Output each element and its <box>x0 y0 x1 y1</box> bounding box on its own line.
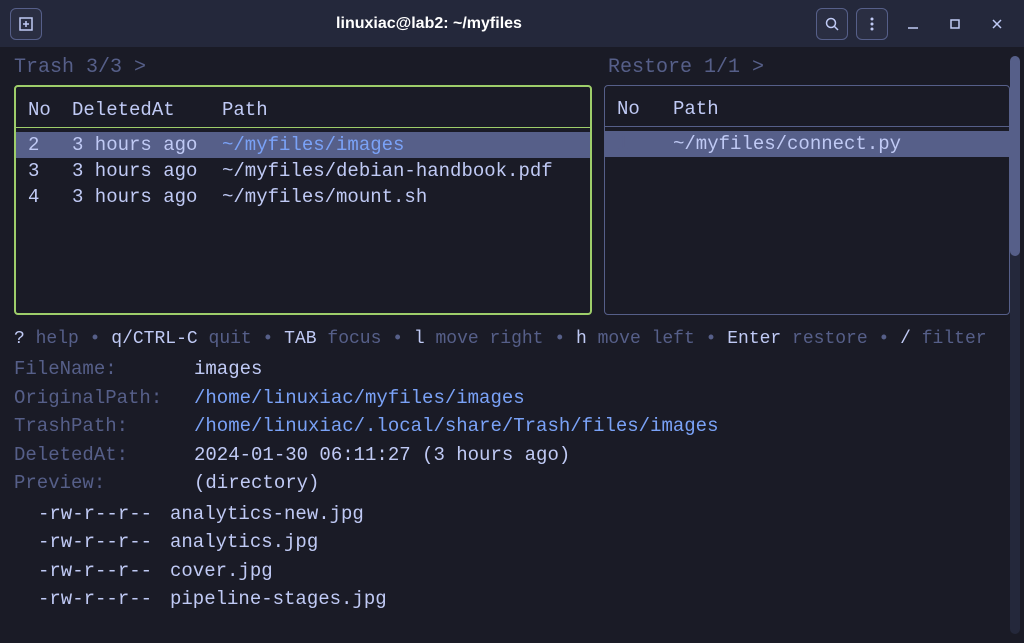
deletedat-value: 2024-01-30 06:11:27 (3 hours ago) <box>194 441 570 470</box>
file-perm: -rw-r--r-- <box>38 557 170 586</box>
minimize-button[interactable] <box>896 10 930 38</box>
search-button[interactable] <box>816 8 848 40</box>
file-name: analytics-new.jpg <box>170 500 364 529</box>
cell-deletedat: 3 hours ago <box>72 160 222 182</box>
close-button[interactable] <box>980 10 1014 38</box>
cell-no: 3 <box>28 160 72 182</box>
file-name: pipeline-stages.jpg <box>170 585 387 614</box>
table-row[interactable]: 43 hours ago~/myfiles/mount.sh <box>16 184 590 210</box>
terminal-content: Trash 3/3 > Restore 1/1 > No DeletedAt P… <box>0 48 1024 643</box>
cell-path: ~/myfiles/debian-handbook.pdf <box>222 160 578 182</box>
file-perm: -rw-r--r-- <box>38 585 170 614</box>
scrollbar[interactable] <box>1010 56 1020 634</box>
window-title: linuxiac@lab2: ~/myfiles <box>42 15 816 33</box>
filename-label: FileName: <box>14 355 194 384</box>
preview-file-row: -rw-r--r--analytics.jpg <box>14 528 1010 557</box>
preview-file-row: -rw-r--r--cover.jpg <box>14 557 1010 586</box>
preview-file-row: -rw-r--r--pipeline-stages.jpg <box>14 585 1010 614</box>
maximize-button[interactable] <box>938 10 972 38</box>
col-deletedat: DeletedAt <box>72 99 222 121</box>
file-perm: -rw-r--r-- <box>38 528 170 557</box>
help-bar: ? help • q/CTRL-C quit • TAB focus • l m… <box>14 329 1010 349</box>
trashpath-value: /home/linuxiac/.local/share/Trash/files/… <box>194 412 719 441</box>
deletedat-label: DeletedAt: <box>14 441 194 470</box>
trash-pane[interactable]: No DeletedAt Path 23 hours ago~/myfiles/… <box>14 85 592 315</box>
originalpath-value: /home/linuxiac/myfiles/images <box>194 384 525 413</box>
cell-deletedat: 3 hours ago <box>72 186 222 208</box>
preview-file-row: -rw-r--r--analytics-new.jpg <box>14 500 1010 529</box>
restore-pane-header: Restore 1/1 > <box>608 56 1010 79</box>
cell-no: 1 <box>617 133 673 155</box>
cell-no: 4 <box>28 186 72 208</box>
file-name: analytics.jpg <box>170 528 318 557</box>
col-path: Path <box>222 99 578 121</box>
file-perm: -rw-r--r-- <box>38 500 170 529</box>
restore-pane[interactable]: No Path 1~/myfiles/connect.py <box>604 85 1010 315</box>
trashpath-label: TrashPath: <box>14 412 194 441</box>
col-path: Path <box>673 98 997 120</box>
cell-deletedat: 3 hours ago <box>72 134 222 156</box>
cell-no: 2 <box>28 134 72 156</box>
originalpath-label: OriginalPath: <box>14 384 194 413</box>
col-no: No <box>28 99 72 121</box>
preview-label: Preview: <box>14 469 194 498</box>
file-name: cover.jpg <box>170 557 273 586</box>
trash-pane-header: Trash 3/3 > <box>14 56 592 79</box>
window-titlebar: linuxiac@lab2: ~/myfiles <box>0 0 1024 48</box>
table-row[interactable]: 1~/myfiles/connect.py <box>605 131 1009 157</box>
menu-button[interactable] <box>856 8 888 40</box>
trash-table-header: No DeletedAt Path <box>16 99 590 128</box>
col-no: No <box>617 98 673 120</box>
table-row[interactable]: 33 hours ago~/myfiles/debian-handbook.pd… <box>16 158 590 184</box>
restore-table-header: No Path <box>605 98 1009 127</box>
preview-value: (directory) <box>194 469 319 498</box>
file-details: FileName: images OriginalPath: /home/lin… <box>14 355 1010 614</box>
filename-value: images <box>194 355 262 384</box>
new-tab-button[interactable] <box>10 8 42 40</box>
cell-path: ~/myfiles/images <box>222 134 578 156</box>
scrollbar-thumb[interactable] <box>1010 56 1020 256</box>
cell-path: ~/myfiles/mount.sh <box>222 186 578 208</box>
table-row[interactable]: 23 hours ago~/myfiles/images <box>16 132 590 158</box>
cell-path: ~/myfiles/connect.py <box>673 133 997 155</box>
